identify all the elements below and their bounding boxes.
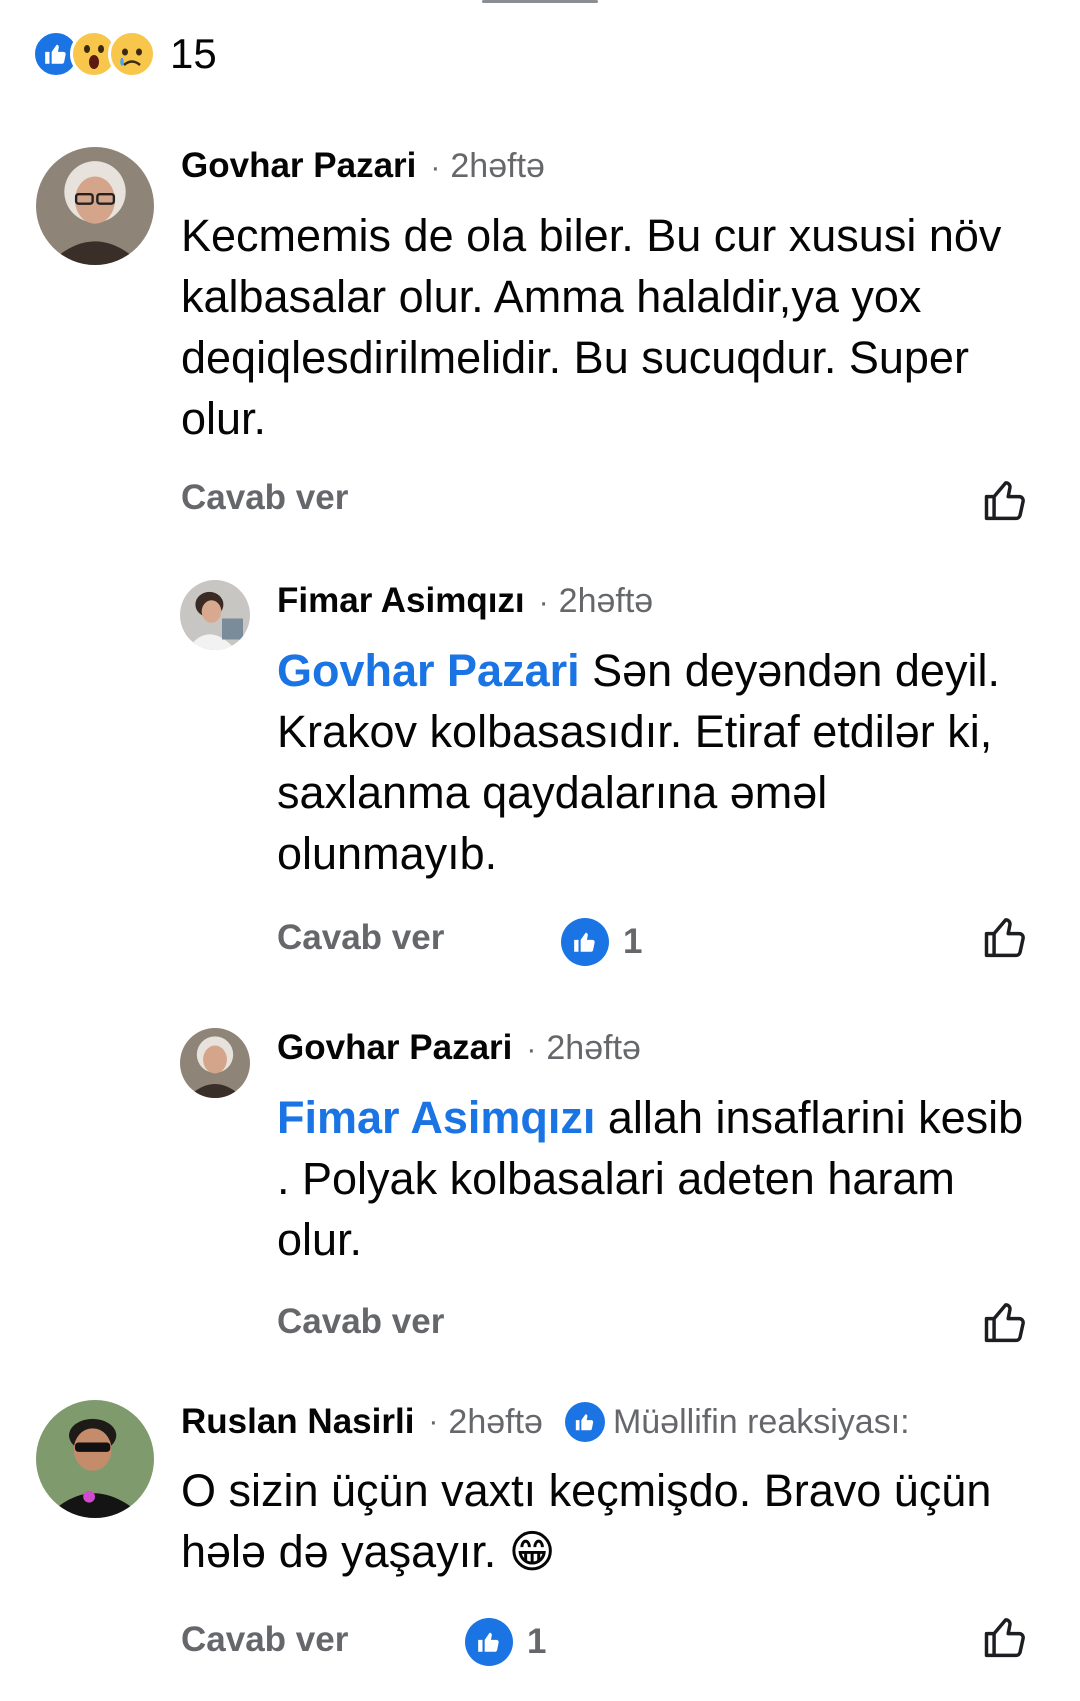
dot-separator: ·	[526, 1033, 537, 1066]
comment-author[interactable]: Govhar Pazari	[277, 1028, 512, 1068]
comment-text: Fimar Asimqızı allah insaflarini kesib .…	[277, 1087, 1047, 1270]
avatar[interactable]	[180, 1028, 250, 1098]
comment-text: Govhar Pazari Sən deyəndən deyil. Krakov…	[277, 640, 1037, 884]
mention-link[interactable]: Govhar Pazari	[277, 645, 580, 696]
author-reaction: Müəllifin reaksiyası:	[564, 1402, 910, 1442]
avatar[interactable]	[180, 580, 250, 650]
reaction-count-badge[interactable]: 1	[465, 1618, 546, 1666]
avatar[interactable]	[36, 1400, 154, 1518]
reply-button[interactable]: Cavab ver	[277, 918, 444, 958]
comment-time[interactable]: 2həftə	[450, 147, 545, 186]
like-button[interactable]	[980, 475, 1032, 527]
like-button[interactable]	[980, 1612, 1032, 1664]
reaction-count-badge[interactable]: 1	[561, 918, 642, 966]
comment-text: Kecmemis de ola biler. Bu cur xususi növ…	[181, 210, 1002, 444]
thumbs-up-outline-icon	[984, 1303, 1025, 1343]
author-reaction-label: Müəllifin reaksiyası:	[612, 1402, 910, 1441]
thumbs-up-outline-icon	[984, 481, 1025, 521]
mention-link[interactable]: Fimar Asimqızı	[277, 1092, 595, 1143]
like-reaction-icon	[564, 1402, 605, 1442]
avatar[interactable]	[36, 147, 154, 265]
comment-author[interactable]: Fimar Asimqızı	[277, 581, 525, 621]
sad-reaction-icon	[108, 30, 156, 78]
like-count: 1	[527, 1622, 547, 1661]
comment-time[interactable]: 2həftə	[559, 582, 654, 621]
reply-button[interactable]: Cavab ver	[181, 1620, 348, 1660]
comment-author[interactable]: Ruslan Nasirli	[181, 1402, 414, 1442]
like-reaction-icon	[465, 1618, 513, 1666]
comment-time[interactable]: 2həftə	[546, 1029, 641, 1068]
comment-time[interactable]: 2həftə	[448, 1403, 543, 1442]
like-button[interactable]	[980, 912, 1032, 964]
like-button[interactable]	[980, 1297, 1032, 1349]
reaction-summary[interactable]: 15	[32, 28, 217, 80]
dot-separator: ·	[538, 586, 549, 619]
reply-button[interactable]: Cavab ver	[277, 1302, 444, 1342]
reaction-count: 15	[170, 30, 217, 77]
like-count: 1	[623, 922, 643, 961]
comment-text: O sizin üçün vaxtı keçmişdo. Bravo üçün …	[181, 1465, 992, 1577]
comment-author[interactable]: Govhar Pazari	[181, 146, 416, 186]
thumbs-up-outline-icon	[984, 918, 1025, 958]
sheet-drag-handle[interactable]	[482, 0, 598, 3]
like-reaction-icon	[561, 918, 609, 966]
reply-button[interactable]: Cavab ver	[181, 478, 348, 518]
dot-separator: ·	[430, 151, 441, 184]
dot-separator: ·	[428, 1405, 439, 1438]
thumbs-up-outline-icon	[984, 1618, 1025, 1658]
